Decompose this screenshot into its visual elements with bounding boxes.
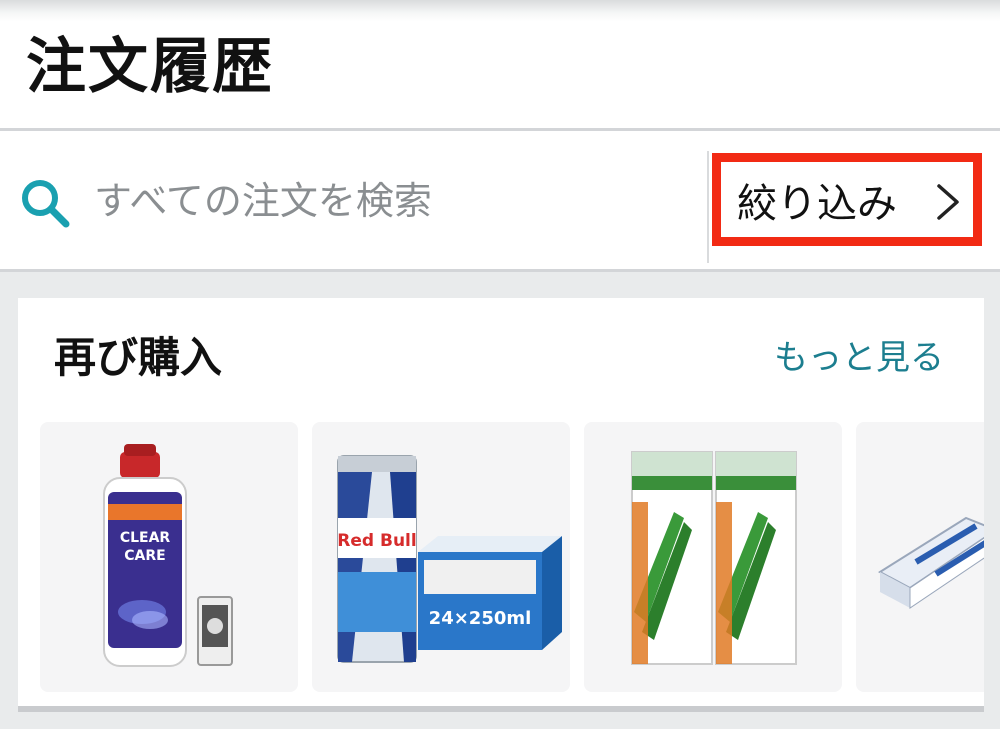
svg-text:CLEAR: CLEAR: [120, 530, 171, 546]
product-tile[interactable]: CLEAR CARE: [40, 422, 298, 692]
product-image-muge: [631, 451, 797, 665]
chevron-right-icon: [937, 184, 959, 220]
product-image-red-bull: Red Bull 24×250ml: [337, 455, 562, 663]
product-image-copy-paper: [878, 516, 984, 609]
product-tile[interactable]: Red Bull 24×250ml: [312, 422, 570, 692]
filter-label: 絞り込み: [737, 180, 897, 227]
product-tile[interactable]: [856, 422, 984, 692]
product-image-clear-care: CLEAR CARE: [103, 444, 233, 667]
search-icon[interactable]: [16, 174, 72, 230]
divider: [18, 706, 984, 712]
buy-again-card: 再び購入 もっと見る CLEAR CARE Red Bull 24×250ml: [18, 298, 984, 710]
filter-button[interactable]: 絞り込み: [712, 153, 982, 246]
product-tile[interactable]: [584, 422, 842, 692]
separator: [707, 151, 709, 263]
see-more-link[interactable]: もっと見る: [774, 330, 944, 379]
search-input[interactable]: [92, 170, 696, 232]
pack-size-label: 24×250ml: [429, 608, 532, 629]
status-bar-shadow: [0, 0, 1000, 22]
svg-text:Red Bull: Red Bull: [337, 531, 416, 551]
page-title: 注文履歴: [26, 32, 274, 102]
section-title: 再び購入: [54, 333, 223, 382]
svg-text:CARE: CARE: [124, 548, 165, 564]
